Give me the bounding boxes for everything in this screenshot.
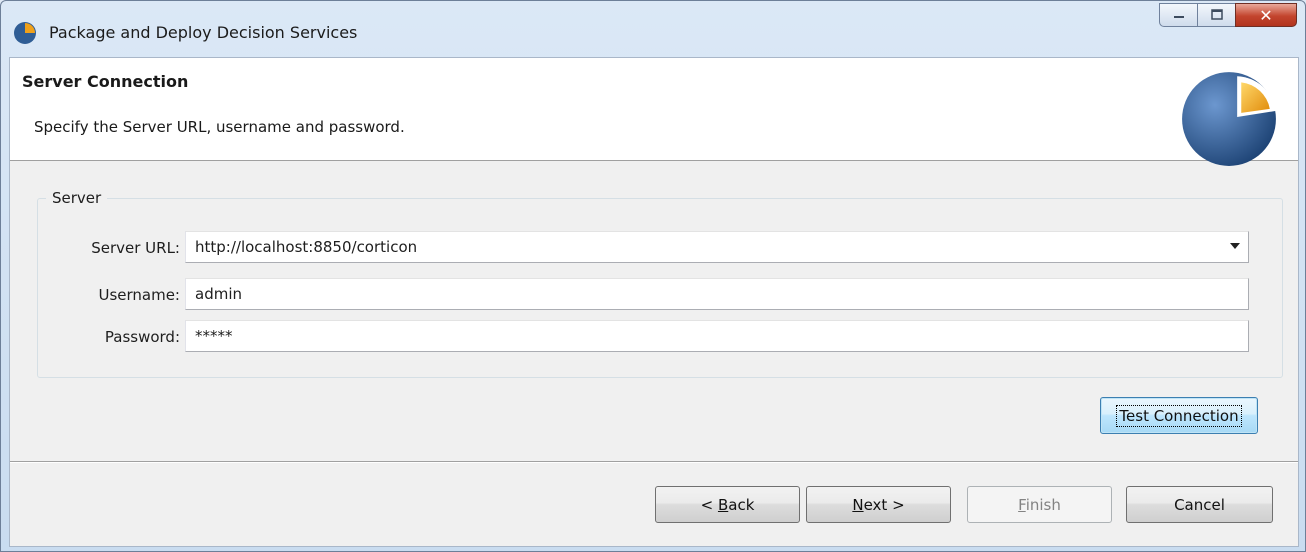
window-title: Package and Deploy Decision Services [49, 23, 358, 42]
password-label: Password: [104, 328, 180, 346]
server-group-label: Server [46, 189, 108, 207]
dialog-window: Package and Deploy Decision Services ✕ S… [0, 0, 1306, 552]
maximize-icon [1210, 9, 1223, 20]
username-value: admin [195, 285, 242, 303]
close-button[interactable]: ✕ [1235, 3, 1297, 27]
server-url-label: Server URL: [91, 239, 180, 257]
finish-label: Finish [1018, 496, 1061, 514]
corticon-logo-icon [1182, 72, 1276, 166]
next-rest: ext > [863, 495, 905, 514]
test-connection-label: Test Connection [1116, 404, 1242, 427]
server-url-combobox[interactable]: http://localhost:8850/corticon [185, 231, 1249, 263]
finish-rest: inish [1025, 495, 1061, 514]
wizard-header: Server Connection Specify the Server URL… [10, 58, 1298, 166]
maximize-button[interactable] [1197, 3, 1235, 27]
corticon-app-icon [14, 22, 36, 44]
back-prefix: < [700, 495, 718, 514]
page-title: Server Connection [22, 72, 189, 91]
back-mnemonic: B [717, 495, 729, 514]
back-button[interactable]: < Back [655, 486, 800, 523]
close-icon: ✕ [1259, 5, 1273, 25]
page-description: Specify the Server URL, username and pas… [34, 118, 405, 136]
cancel-label: Cancel [1174, 495, 1225, 514]
chevron-down-icon[interactable] [1230, 243, 1240, 249]
next-button[interactable]: Next > [806, 486, 951, 523]
test-connection-button[interactable]: Test Connection [1100, 397, 1258, 434]
next-mnemonic: N [852, 495, 864, 514]
window-controls: ✕ [1159, 3, 1297, 27]
username-field[interactable]: admin [185, 278, 1249, 310]
server-url-value: http://localhost:8850/corticon [195, 238, 418, 256]
dialog-content: Server Connection Specify the Server URL… [9, 57, 1299, 547]
minimize-icon [1173, 16, 1184, 18]
title-bar[interactable]: Package and Deploy Decision Services ✕ [1, 1, 1305, 57]
finish-button[interactable]: Finish [967, 486, 1112, 523]
footer-separator [10, 461, 1298, 463]
cancel-button[interactable]: Cancel [1126, 486, 1273, 523]
password-value: ***** [195, 327, 233, 345]
back-rest: ack [728, 495, 755, 514]
back-label: < Back [701, 496, 755, 514]
next-label: Next > [852, 496, 904, 514]
password-field[interactable]: ***** [185, 320, 1249, 352]
username-label: Username: [98, 286, 180, 304]
finish-mnemonic: F [1018, 495, 1026, 514]
minimize-button[interactable] [1159, 3, 1197, 27]
